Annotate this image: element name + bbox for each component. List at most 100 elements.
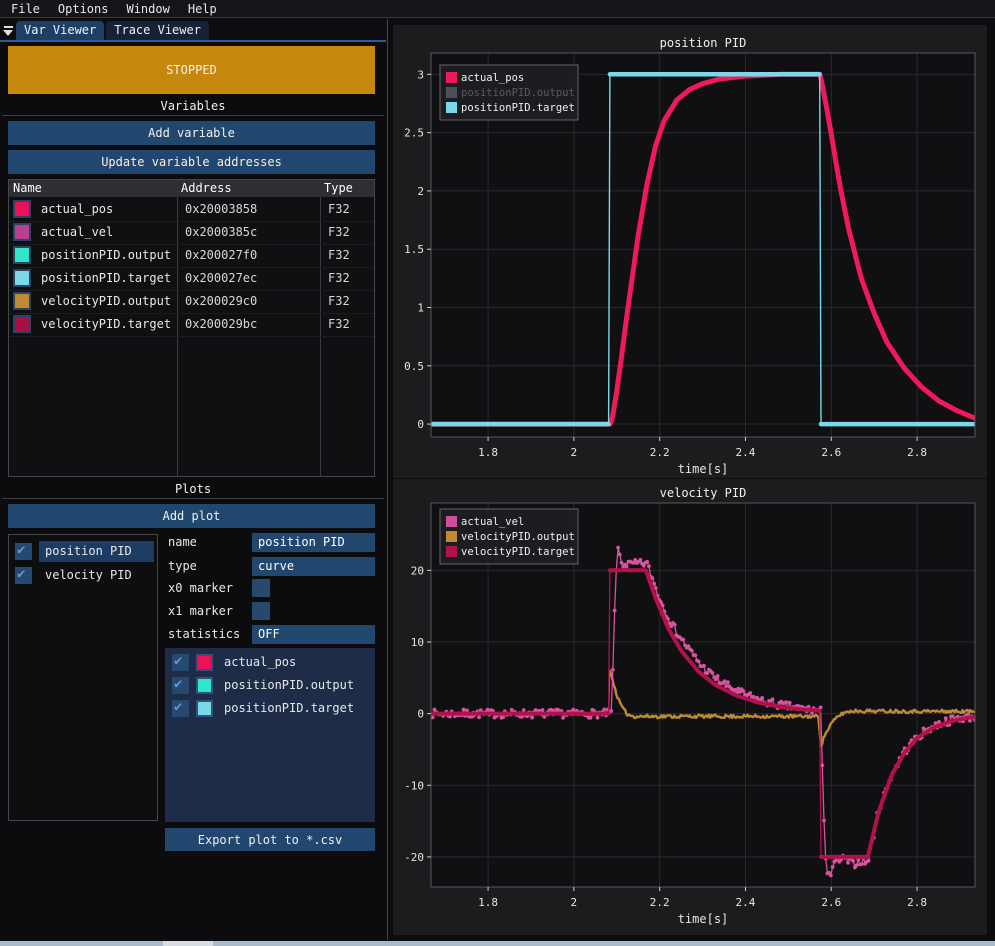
menu-item-options[interactable]: Options [49, 0, 118, 18]
form-checkbox-x0-marker[interactable] [252, 579, 270, 597]
svg-text:actual_pos: actual_pos [461, 72, 524, 84]
plot-var-checkbox-actual-pos[interactable]: ✔ [172, 654, 189, 671]
position-pid-chart[interactable]: position PID1.822.22.42.62.800.511.522.5… [393, 25, 987, 478]
variable-color-swatch[interactable] [13, 269, 31, 287]
y-tick-label: 1 [417, 301, 424, 314]
menu-item-window[interactable]: Window [117, 0, 178, 18]
svg-text:velocityPID.target: velocityPID.target [461, 546, 575, 558]
legend-item-positionpid-target[interactable]: positionPID.target [446, 102, 575, 114]
svg-text:actual_vel: actual_vel [461, 516, 524, 528]
horizontal-scrollbar[interactable] [0, 941, 995, 946]
menu-item-file[interactable]: File [2, 0, 49, 18]
position-pid-plot[interactable]: position PID1.822.22.42.62.800.511.522.5… [393, 25, 987, 478]
add-plot-button[interactable]: Add plot [8, 504, 375, 528]
legend-item-velocitypid-output[interactable]: velocityPID.output [446, 531, 575, 543]
table-row[interactable]: actual_pos 0x20003858 F32 [9, 198, 374, 222]
form-label-type: type [168, 557, 197, 576]
variable-name: actual_pos [41, 198, 113, 221]
table-row[interactable]: positionPID.output 0x200027f0 F32 [9, 244, 374, 268]
variable-type: F32 [328, 198, 350, 221]
plot-checkbox-position-pid[interactable]: ✔ [15, 543, 32, 560]
velocity-pid-chart[interactable]: velocity PID1.822.22.42.62.8-20-1001020t… [393, 479, 987, 935]
export-csv-button[interactable]: Export plot to *.csv [165, 828, 375, 851]
tab-bar: Var ViewerTrace Viewer [0, 19, 386, 42]
variable-type: F32 [328, 221, 350, 244]
column-header-address[interactable]: Address [177, 180, 232, 197]
variable-type: F32 [328, 267, 350, 290]
plot-list-item-position-pid[interactable]: position PID [39, 541, 154, 562]
plot-checkbox-velocity-pid[interactable]: ✔ [15, 567, 32, 584]
legend-item-positionpid-output[interactable]: positionPID.output [446, 87, 575, 99]
plot-var-label-actual-pos: actual_pos [224, 652, 296, 673]
menu-bar: FileOptionsWindowHelp [0, 0, 995, 18]
form-input-name[interactable]: position PID [252, 533, 375, 552]
tab-trace-viewer[interactable]: Trace Viewer [106, 21, 209, 40]
plot-var-color-swatch[interactable] [196, 700, 213, 717]
form-label-x1-marker: x1 marker [168, 602, 233, 621]
variable-type: F32 [328, 313, 350, 336]
form-label-name: name [168, 533, 197, 552]
variable-type: F32 [328, 290, 350, 313]
chart-title: velocity PID [660, 486, 747, 500]
variables-table: NameAddressTypeactual_pos0x20003858F32ac… [8, 179, 375, 477]
variables-separator [2, 115, 384, 116]
y-tick-label: -20 [404, 851, 424, 864]
plot-var-checkbox-positionpid-output[interactable]: ✔ [172, 677, 189, 694]
y-tick-label: 2 [417, 185, 424, 198]
x-tick-label: 2.4 [736, 896, 756, 909]
app-window: FileOptionsWindowHelp Var ViewerTrace Vi… [0, 0, 995, 946]
plot-list-item-velocity-pid[interactable]: velocity PID [39, 565, 154, 586]
table-row[interactable]: positionPID.target0x200027ecF32 [9, 267, 374, 291]
plot-var-color-swatch[interactable] [196, 654, 213, 671]
variable-address: 0x200027f0 [185, 244, 257, 267]
x-tick-label: 2.8 [907, 446, 927, 459]
x-axis-label: time[s] [678, 462, 729, 476]
form-select-type[interactable]: curve [252, 557, 375, 576]
form-select-statistics[interactable]: OFF [252, 625, 375, 644]
velocity-pid-plot[interactable]: velocity PID1.822.22.42.62.8-20-1001020t… [393, 479, 987, 935]
y-tick-label: 10 [411, 636, 424, 649]
checkmark-icon: ✔ [17, 542, 25, 558]
status-button[interactable]: STOPPED [8, 46, 375, 94]
add-variable-button[interactable]: Add variable [8, 121, 375, 145]
plot-variables-panel: ✔actual_pos✔positionPID.output✔positionP… [165, 648, 375, 822]
variable-color-swatch[interactable] [13, 246, 31, 264]
variable-color-swatch[interactable] [13, 200, 31, 218]
column-header-type[interactable]: Type [320, 180, 353, 197]
variable-address: 0x20003858 [185, 198, 257, 221]
plot-list: ✔ position PID ✔ velocity PID [8, 534, 158, 821]
variable-type: F32 [328, 244, 350, 267]
column-header-name[interactable]: Name [9, 180, 42, 197]
chevron-bar [4, 26, 13, 28]
y-tick-label: 0 [417, 708, 424, 721]
plot-var-color-swatch[interactable] [196, 677, 213, 694]
x-tick-label: 2.2 [650, 446, 670, 459]
tab-var-viewer[interactable]: Var Viewer [16, 21, 104, 40]
table-row[interactable]: velocityPID.target0x200029bcF32 [9, 313, 374, 337]
checkmark-icon: ✔ [174, 699, 182, 715]
x-tick-label: 1.8 [478, 446, 498, 459]
legend-item-velocitypid-target[interactable]: velocityPID.target [446, 546, 575, 558]
table-row[interactable]: actual_vel0x2000385cF32 [9, 221, 374, 245]
variable-color-swatch[interactable] [13, 223, 31, 241]
x-tick-label: 1.8 [478, 896, 498, 909]
table-row[interactable]: velocityPID.output0x200029c0F32 [9, 290, 374, 314]
horizontal-scrollbar-thumb[interactable] [163, 941, 213, 946]
variable-address: 0x200029bc [185, 313, 257, 336]
y-tick-label: 3 [417, 68, 424, 81]
table-header-row: Name Address Type [9, 180, 374, 197]
panel-splitter[interactable] [387, 19, 388, 940]
variable-color-swatch[interactable] [13, 292, 31, 310]
menu-item-help[interactable]: Help [179, 0, 226, 18]
svg-text:positionPID.target: positionPID.target [461, 102, 575, 114]
form-checkbox-x1-marker[interactable] [252, 602, 270, 620]
variable-color-swatch[interactable] [13, 315, 31, 333]
tab-list-chevron-icon[interactable] [0, 21, 16, 40]
variable-name: positionPID.target [41, 267, 171, 290]
variable-address: 0x2000385c [185, 221, 257, 244]
update-variable-addresses-button[interactable]: Update variable addresses [8, 150, 375, 174]
variable-name: positionPID.output [41, 244, 171, 267]
checkmark-icon: ✔ [174, 676, 182, 692]
plot-var-checkbox-positionpid-target[interactable]: ✔ [172, 700, 189, 717]
checkmark-icon: ✔ [17, 566, 25, 582]
